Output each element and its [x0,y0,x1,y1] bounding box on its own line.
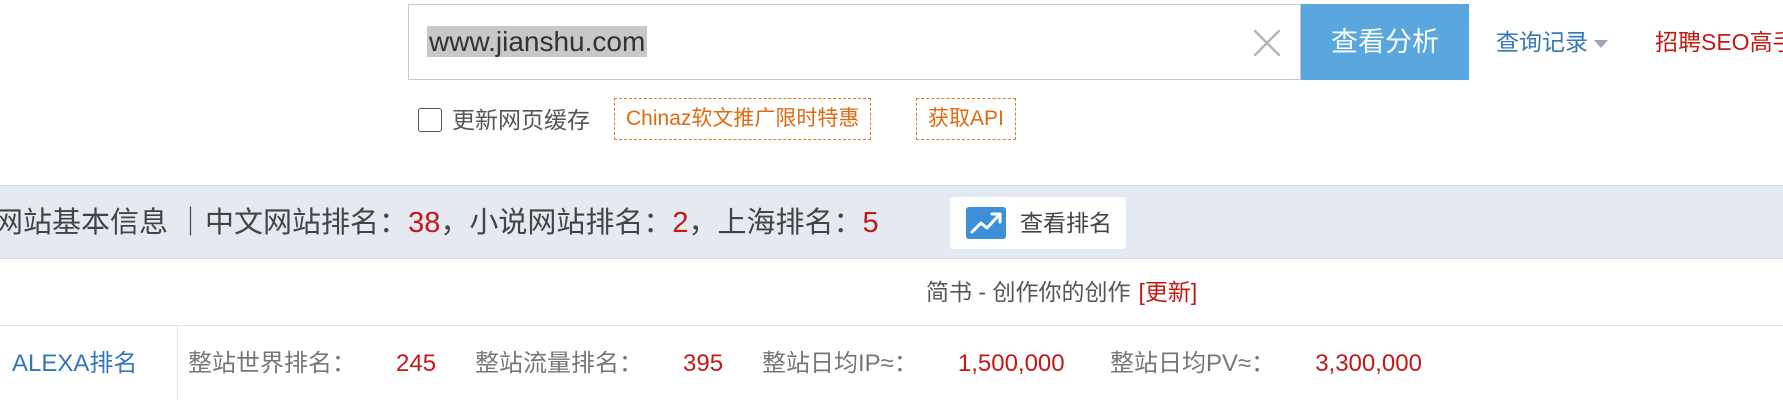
daily-pv-stat: 整站日均PV≈： 3,300,000 [1110,326,1422,400]
info-sep-shanghai: ，上海排名： [688,207,863,239]
chinaz-promo-link[interactable]: Chinaz软文推广限时特惠 [614,98,872,140]
site-title: 简书 - 创作你的创作 [926,279,1131,305]
view-rank-label: 查看排名 [1020,210,1112,236]
recruit-seo-link[interactable]: 招聘SEO高手 [1655,24,1783,60]
query-history-dropdown[interactable]: 查询记录 [1496,24,1608,60]
info-prefix: 网站基本信息 ｜中文网站排名： [0,207,409,239]
search-box: www.jianshu.com [408,4,1301,80]
daily-ip-stat: 整站日均IP≈： 1,500,000 [762,326,1065,400]
rank-cn-value: 38 [408,207,441,239]
traffic-rank-value: 395 [683,350,724,377]
view-rank-button[interactable]: 查看排名 [950,197,1126,249]
world-rank-stat: 整站世界排名： 245 [188,326,436,400]
rank-novel-value: 2 [672,207,689,239]
daily-pv-value: 3,300,000 [1315,350,1422,377]
alexa-rank-link[interactable]: ALEXA排名 [12,326,137,400]
close-icon[interactable] [1249,25,1285,61]
update-link[interactable]: [更新] [1138,279,1197,305]
trend-chart-icon [966,207,1006,239]
search-input[interactable]: www.jianshu.com [409,5,1229,79]
traffic-rank-label: 整站流量排名： [475,350,643,377]
site-title-row: 简书 - 创作你的创作 [更新] [926,272,1197,312]
site-info-bar: 网站基本信息 ｜中文网站排名：38，小说网站排名：2，上海排名：5 查看排名 [0,185,1783,259]
search-input-value: www.jianshu.com [427,26,648,57]
update-cache-checkbox[interactable] [418,108,442,132]
site-rank-summary: 网站基本信息 ｜中文网站排名：38，小说网站排名：2，上海排名：5 [0,186,879,260]
info-sep-novel: ，小说网站排名： [440,207,673,239]
daily-ip-value: 1,500,000 [957,350,1065,377]
daily-pv-label: 整站日均PV≈： [1110,350,1276,377]
caret-down-icon [1594,39,1608,48]
alexa-rank-cell: ALEXA排名 [0,326,178,400]
daily-ip-label: 整站日均IP≈： [762,350,918,377]
analyze-button[interactable]: 查看分析 [1301,4,1469,80]
traffic-rank-stat: 整站流量排名： 395 [475,326,723,400]
update-cache-label: 更新网页缓存 [452,107,590,133]
query-history-label: 查询记录 [1496,29,1588,55]
get-api-link[interactable]: 获取API [916,98,1016,140]
rank-shanghai-value: 5 [862,207,879,239]
world-rank-label: 整站世界排名： [188,350,356,377]
world-rank-value: 245 [396,350,437,377]
